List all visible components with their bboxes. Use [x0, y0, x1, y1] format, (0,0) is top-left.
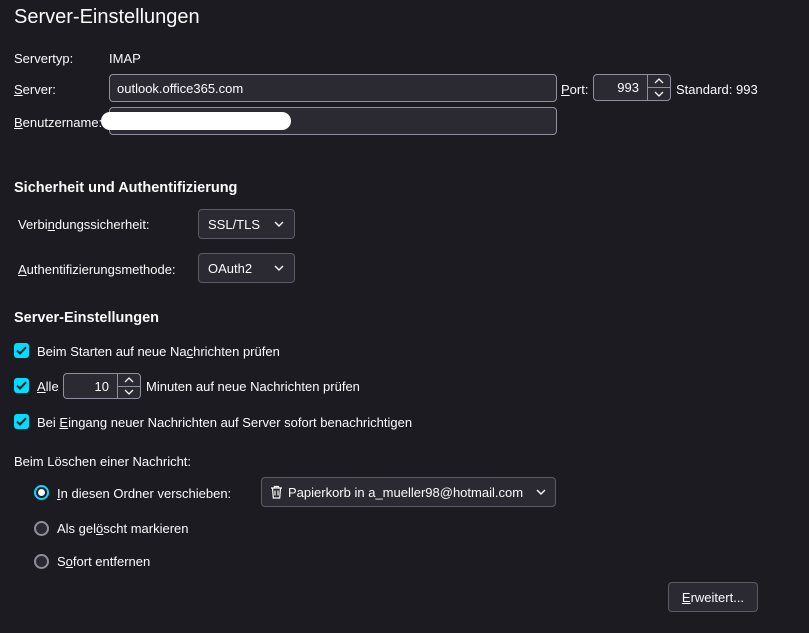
delete-label: Beim Löschen einer Nachricht:: [14, 454, 192, 469]
checkmark-icon: [16, 346, 27, 355]
chevron-down-icon: [536, 489, 546, 495]
username-label: Benutzername:: [14, 115, 103, 130]
minutes-decrement-button[interactable]: [118, 387, 140, 399]
move-to-folder-radio[interactable]: [34, 485, 49, 500]
mark-deleted-label[interactable]: Als gelöscht markieren: [57, 521, 189, 536]
servertype-label: Servertyp:: [14, 51, 74, 66]
notify-new-mail-checkbox[interactable]: [14, 414, 29, 429]
remove-immediately-radio[interactable]: [34, 554, 49, 569]
chevron-down-icon: [274, 265, 284, 271]
port-decrement-button[interactable]: [648, 88, 670, 100]
chevron-down-icon: [654, 91, 664, 97]
redaction-mark: [101, 112, 291, 130]
servertype-value: IMAP: [109, 51, 141, 66]
connection-security-select[interactable]: SSL/TLS: [198, 209, 295, 239]
settings-heading: Server-Einstellungen: [14, 310, 160, 326]
auth-method-select[interactable]: OAuth2: [198, 253, 295, 283]
port-value[interactable]: 993: [594, 75, 647, 100]
check-every-checkbox[interactable]: [14, 378, 29, 393]
mark-deleted-radio[interactable]: [34, 521, 49, 536]
check-new-on-startup-checkbox[interactable]: [14, 343, 29, 358]
port-increment-button[interactable]: [648, 75, 670, 88]
chevron-up-icon: [654, 78, 664, 84]
minutes-stepper[interactable]: 10: [63, 373, 141, 399]
trash-folder-select[interactable]: Papierkorb in a_mueller98@hotmail.com: [261, 477, 556, 507]
check-every-label[interactable]: Alle: [37, 379, 59, 394]
security-heading: Sicherheit und Authentifizierung: [14, 180, 238, 196]
chevron-down-icon: [274, 221, 284, 227]
check-new-on-startup-label[interactable]: Beim Starten auf neue Nachrichten prüfen: [37, 344, 280, 359]
connection-security-label: Verbindungssicherheit:: [18, 217, 150, 232]
server-input[interactable]: outlook.office365.com: [109, 74, 557, 102]
port-stepper[interactable]: 993: [593, 74, 671, 101]
trash-icon: [271, 485, 282, 499]
port-label: Port:: [561, 82, 589, 97]
minutes-value[interactable]: 10: [64, 374, 117, 398]
port-standard-label: Standard: 993: [676, 82, 758, 97]
advanced-button[interactable]: Erweitert...: [668, 582, 758, 612]
auth-method-label: Authentifizierungsmethode:: [18, 262, 176, 277]
chevron-up-icon: [124, 376, 134, 383]
page-title: Server-Einstellungen: [14, 6, 200, 28]
checkmark-icon: [16, 381, 27, 390]
minutes-increment-button[interactable]: [118, 374, 140, 387]
chevron-down-icon: [124, 389, 134, 396]
minutes-label: Minuten auf neue Nachrichten prüfen: [146, 379, 360, 394]
server-label: Server:: [14, 82, 56, 97]
checkmark-icon: [16, 417, 27, 426]
remove-immediately-label[interactable]: Sofort entfernen: [57, 554, 150, 569]
notify-new-mail-label[interactable]: Bei Eingang neuer Nachrichten auf Server…: [37, 415, 412, 430]
move-to-folder-label[interactable]: In diesen Ordner verschieben:: [57, 486, 231, 501]
